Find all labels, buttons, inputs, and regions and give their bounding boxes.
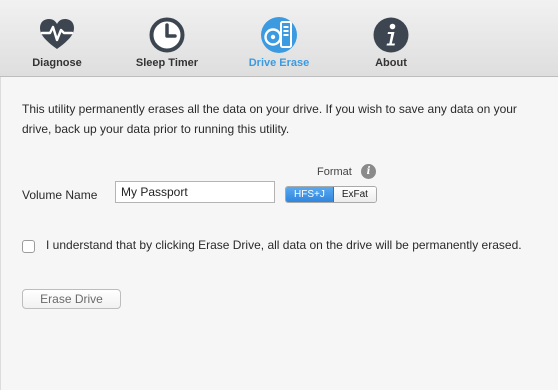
tab-diagnose-label: Diagnose: [32, 57, 82, 69]
toolbar: Diagnose Sleep Timer Drive Erase About: [0, 0, 558, 77]
tab-diagnose[interactable]: Diagnose: [12, 0, 102, 76]
drive-erase-icon: [261, 17, 297, 53]
confirm-text: I understand that by clicking Erase Driv…: [46, 238, 522, 252]
description-text: This utility permanently erases all the …: [22, 102, 517, 136]
erase-drive-button[interactable]: Erase Drive: [22, 289, 121, 309]
format-label: Format: [317, 166, 352, 178]
format-option-exfat[interactable]: ExFat: [333, 187, 376, 202]
tab-drive-erase-label: Drive Erase: [248, 57, 310, 69]
tab-sleep-timer[interactable]: Sleep Timer: [122, 0, 212, 76]
format-segmented-control: HFS+J ExFat: [285, 186, 377, 203]
format-option-hfsj[interactable]: HFS+J: [286, 187, 334, 202]
tab-sleep-timer-label: Sleep Timer: [135, 57, 199, 69]
heart-pulse-icon: [40, 19, 74, 49]
confirm-checkbox[interactable]: [22, 240, 35, 253]
volume-name-label: Volume Name: [22, 188, 98, 202]
info-icon: [373, 17, 409, 53]
tab-drive-erase[interactable]: Drive Erase: [234, 0, 324, 76]
volume-name-input[interactable]: [115, 181, 275, 203]
clock-icon: [149, 17, 185, 53]
tab-about[interactable]: About: [346, 0, 436, 76]
format-info-icon[interactable]: i: [361, 164, 376, 179]
tab-about-label: About: [375, 57, 407, 69]
drive-erase-panel: This utility permanently erases all the …: [0, 77, 558, 390]
